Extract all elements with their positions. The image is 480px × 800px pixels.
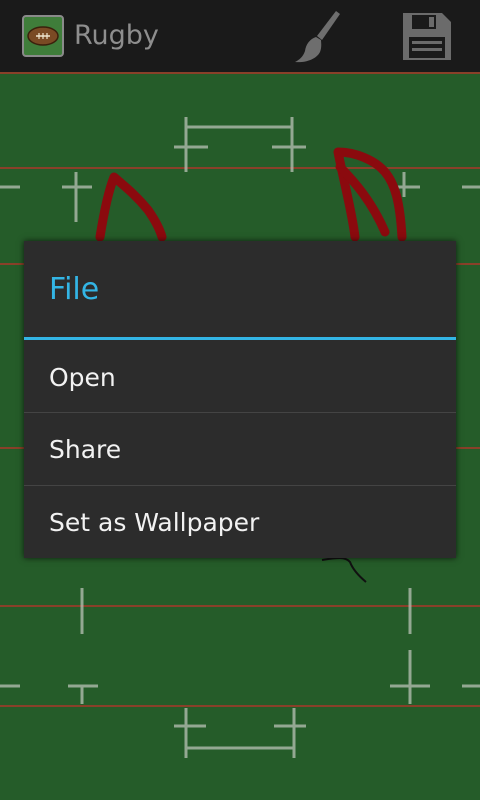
app-title: Rugby bbox=[74, 20, 159, 51]
dialog-divider bbox=[24, 337, 456, 340]
file-dialog: File Open Share Set as Wallpaper bbox=[24, 241, 456, 558]
set-as-wallpaper-label: Set as Wallpaper bbox=[49, 507, 260, 537]
dialog-title: File bbox=[49, 272, 100, 307]
dialog-header: File bbox=[24, 241, 456, 338]
rugby-ball-icon[interactable] bbox=[22, 15, 64, 57]
share-label: Share bbox=[49, 434, 122, 464]
share-menu-item[interactable]: Share bbox=[24, 413, 456, 486]
action-bar: Rugby bbox=[0, 0, 480, 72]
save-button[interactable] bbox=[396, 8, 456, 66]
paintbrush-icon bbox=[295, 11, 340, 63]
paintbrush-button[interactable] bbox=[292, 8, 350, 66]
floppy-disk-icon bbox=[403, 13, 451, 60]
open-label: Open bbox=[49, 362, 116, 392]
set-as-wallpaper-menu-item[interactable]: Set as Wallpaper bbox=[24, 486, 456, 559]
open-menu-item[interactable]: Open bbox=[24, 341, 456, 414]
